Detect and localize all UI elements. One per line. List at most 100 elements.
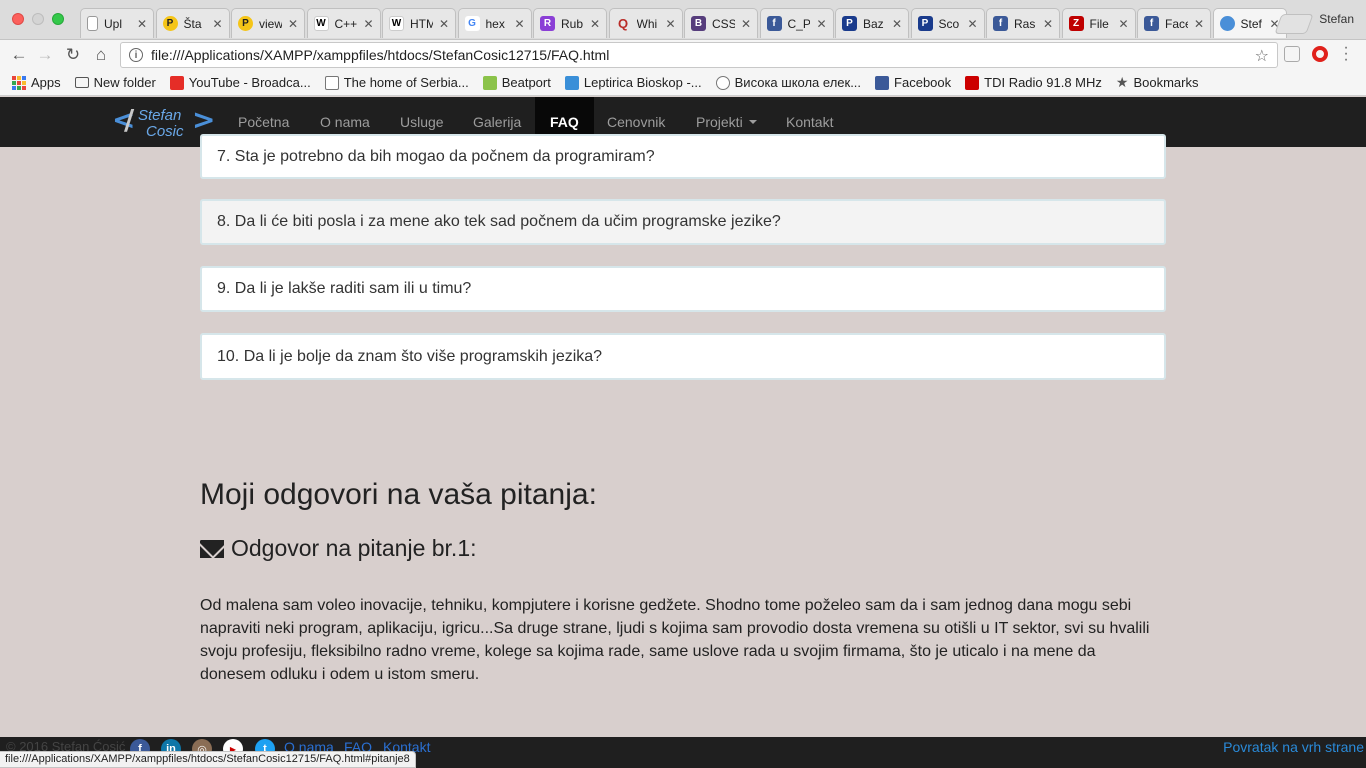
- close-tab-icon[interactable]: ✕: [137, 17, 147, 31]
- faq-question[interactable]: 8. Da li će biti posla i za mene ako tek…: [200, 199, 1166, 245]
- browser-tab-strip: Upl ✕ P Šta ✕ Pview ✕ W C++ ✕ W HTM ✕ Ghex ✕ R Rub ✕ Q Whi ✕…: [0, 0, 1366, 40]
- faq-question[interactable]: 9. Da li je lakše raditi sam ili u timu?: [200, 266, 1166, 312]
- faq-question-text: 9. Da li je lakše raditi sam ili u timu?: [217, 280, 472, 297]
- tab-title: C++: [334, 16, 358, 31]
- close-tab-icon[interactable]: ✕: [288, 17, 298, 31]
- bookmark-item[interactable]: New folder: [74, 75, 156, 90]
- browser-menu-icon[interactable]: · · ·: [1340, 40, 1352, 68]
- bookmark-item[interactable]: Leptirica Bioskop -...: [564, 75, 702, 90]
- minimize-window-button[interactable]: [32, 13, 44, 25]
- close-tab-icon[interactable]: ✕: [816, 17, 826, 31]
- star-icon: ★: [1115, 74, 1129, 90]
- close-tab-icon[interactable]: ✕: [1118, 17, 1128, 31]
- bookmark-item[interactable]: Apps: [12, 75, 61, 90]
- bookmark-label: TDI Radio 91.8 MHz: [984, 75, 1102, 90]
- site-icon: W: [313, 16, 329, 31]
- reload-icon[interactable]: ↻: [62, 44, 84, 66]
- tab-title: Face: [1165, 16, 1188, 31]
- bookmark-label: New folder: [93, 75, 156, 90]
- site-icon: f: [766, 16, 782, 31]
- site-icon: G: [464, 16, 480, 31]
- address-bar[interactable]: i file:///Applications/XAMPP/xamppfiles/…: [120, 42, 1278, 68]
- leptirica-icon: [564, 75, 579, 90]
- bookmark-label: Beatport: [501, 75, 551, 90]
- bookmark-item[interactable]: ★ Bookmarks: [1116, 74, 1199, 91]
- nav-item-label: Usluge: [400, 114, 444, 130]
- browser-tab[interactable]: P Sco ✕: [910, 8, 985, 38]
- new-tab-button[interactable]: [1274, 14, 1314, 34]
- close-tab-icon[interactable]: ✕: [363, 17, 373, 31]
- browser-toolbar: ← → ↻ ⌂ i file:///Applications/XAMPP/xam…: [0, 40, 1366, 70]
- profile-name[interactable]: Stefan: [1319, 12, 1354, 26]
- browser-tab[interactable]: W C++ ✕: [306, 8, 381, 38]
- browser-tab[interactable]: R Rub ✕: [533, 8, 607, 38]
- bookmarks-bar: Apps New folder YouTube - Broadca... The ho…: [0, 70, 1366, 96]
- nav-item-label: Kontakt: [786, 114, 834, 130]
- tab-title: Baz: [863, 16, 884, 31]
- faq-question-text: 10. Da li je bolje da znam što više prog…: [217, 347, 603, 365]
- bookmark-item[interactable]: YouTube - Broadca...: [169, 75, 311, 90]
- browser-tab[interactable]: f Ras ✕: [986, 8, 1060, 38]
- browser-tab[interactable]: f Face ✕: [1137, 8, 1211, 38]
- bookmark-item[interactable]: Beatport: [482, 75, 551, 90]
- browser-tab[interactable]: Z File ✕: [1061, 8, 1136, 38]
- bookmark-label: YouTube - Broadca...: [188, 75, 311, 90]
- forward-arrow-icon[interactable]: →: [34, 44, 56, 66]
- close-window-button[interactable]: [12, 13, 24, 25]
- close-tab-icon[interactable]: ✕: [514, 17, 524, 31]
- back-arrow-icon[interactable]: ←: [8, 44, 30, 66]
- page-icon: [324, 75, 339, 90]
- tab-title: CSS: [712, 16, 735, 31]
- close-tab-icon[interactable]: ✕: [1194, 17, 1204, 31]
- close-tab-icon[interactable]: ✕: [741, 17, 751, 31]
- browser-tab[interactable]: Ghex ✕: [457, 8, 532, 38]
- faq-question[interactable]: 10. Da li je bolje da znam što više prog…: [200, 333, 1166, 380]
- bookmark-label: Висока школа елек...: [734, 75, 862, 90]
- nav-item-label: O nama: [320, 114, 370, 130]
- opera-extension-icon[interactable]: [1312, 46, 1328, 62]
- faq-question[interactable]: 7. Sta je potrebno da bih mogao da počne…: [200, 134, 1166, 179]
- tab-title: HTM: [410, 16, 433, 31]
- browser-tab[interactable]: P Šta ✕: [155, 8, 230, 38]
- browser-tab[interactable]: Pview ✕: [231, 8, 305, 38]
- bookmark-item[interactable]: Facebook: [875, 75, 951, 90]
- close-tab-icon[interactable]: ✕: [967, 17, 977, 31]
- bookmark-star-icon[interactable]: ☆: [1255, 46, 1269, 66]
- caret-down-icon: [748, 120, 757, 124]
- browser-tab[interactable]: f C_P ✕: [759, 8, 834, 38]
- close-tab-icon[interactable]: ✕: [212, 17, 222, 31]
- bookmark-item[interactable]: TDI Radio 91.8 MHz: [965, 75, 1102, 90]
- browser-tab[interactable]: P Baz ✕: [835, 8, 909, 38]
- tab-title: hex: [485, 16, 505, 31]
- browser-tab[interactable]: Q Whi ✕: [608, 8, 683, 38]
- answers-heading: Moji odgovori na vaša pitanja:: [200, 478, 597, 511]
- close-tab-icon[interactable]: ✕: [665, 17, 675, 31]
- site-icon: Q: [617, 16, 629, 31]
- close-tab-icon[interactable]: ✕: [439, 17, 449, 31]
- nav-item-label: Početna: [238, 114, 290, 130]
- close-tab-icon[interactable]: ✕: [1043, 17, 1053, 31]
- bookmark-item[interactable]: Висока школа елек...: [715, 75, 862, 90]
- home-icon[interactable]: ⌂: [90, 44, 112, 66]
- site-icon: P: [238, 16, 253, 31]
- cast-extension-icon[interactable]: [1284, 46, 1300, 62]
- info-icon[interactable]: i: [129, 48, 143, 62]
- close-tab-icon[interactable]: ✕: [892, 17, 902, 31]
- site-logo[interactable]: < / Stefan Cosic >: [112, 103, 215, 141]
- answer-title-text: Odgovor na pitanje br.1:: [231, 535, 477, 561]
- answer-text: Od malena sam voleo inovacije, tehniku, …: [200, 597, 1150, 683]
- site-icon: B: [691, 16, 706, 31]
- browser-tab[interactable]: B CSS ✕: [684, 8, 758, 38]
- site-icon: f: [1144, 16, 1159, 31]
- browser-tab[interactable]: Upl ✕: [80, 8, 154, 38]
- logo-line1: Stefan: [138, 107, 182, 124]
- browser-tab[interactable]: W HTM ✕: [382, 8, 456, 38]
- site-icon: P: [162, 16, 178, 31]
- bookmark-item[interactable]: The home of Serbia...: [324, 75, 469, 90]
- close-tab-icon[interactable]: ✕: [590, 17, 600, 31]
- maximize-window-button[interactable]: [52, 13, 64, 25]
- tab-title: Whi: [636, 16, 658, 31]
- tab-title: Šta: [183, 16, 202, 31]
- back-to-top-link[interactable]: Povratak na vrh strane: [1223, 739, 1364, 755]
- youtube-icon: [169, 75, 184, 90]
